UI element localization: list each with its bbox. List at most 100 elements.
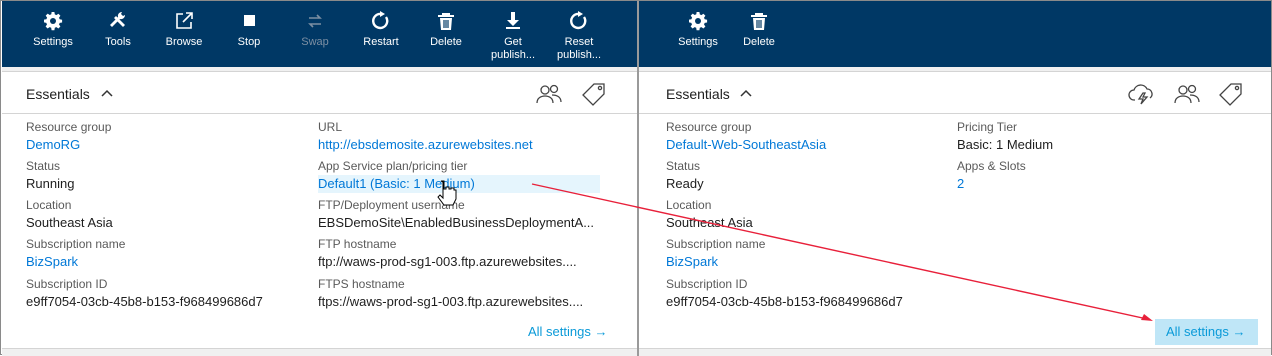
- location-label: Location: [26, 198, 72, 212]
- subscription-name-label: Subscription name: [666, 237, 766, 251]
- restart-label: Restart: [363, 36, 399, 48]
- apps-slots-link[interactable]: 2: [957, 175, 1207, 193]
- reset-publish-line2: publish...: [556, 49, 602, 61]
- settings-button[interactable]: Settings: [24, 1, 82, 67]
- ftp-username-value: EBSDemoSite\EnabledBusinessDeploymentA..…: [318, 215, 595, 230]
- delete-label: Delete: [743, 36, 775, 48]
- delete-label: Delete: [430, 36, 462, 48]
- trash-icon: [438, 13, 454, 30]
- subscription-name-link[interactable]: BizSpark: [666, 253, 936, 271]
- command-bar: Settings Tools Browse Stop Swap Restart: [2, 1, 637, 67]
- essentials-header[interactable]: Essentials: [639, 72, 1271, 114]
- reset-publish-profile-button[interactable]: Reset publish...: [550, 1, 608, 67]
- status-label: Status: [666, 159, 701, 173]
- resource-group-label: Resource group: [666, 120, 752, 134]
- users-icon[interactable]: [535, 82, 563, 106]
- swap-button[interactable]: Swap: [290, 1, 340, 67]
- subscription-name-field: Subscription name BizSpark: [26, 237, 296, 271]
- apps-slots-label: Apps & Slots: [957, 159, 1026, 173]
- url-link[interactable]: http://ebsdemosite.azurewebsites.net: [318, 136, 600, 154]
- pricing-tier-label: Pricing Tier: [957, 120, 1018, 134]
- location-field: Location Southeast Asia: [666, 198, 936, 232]
- app-service-plan-field: App Service plan/pricing tier Default1 (…: [318, 159, 600, 193]
- subscription-id-value: e9ff7054-03cb-45b8-b153-f968499686d7: [26, 294, 263, 309]
- settings-button[interactable]: Settings: [669, 1, 727, 67]
- chevron-up-icon[interactable]: [740, 89, 752, 97]
- download-icon: [506, 12, 520, 29]
- essentials-title: Essentials: [26, 86, 90, 102]
- url-label: URL: [318, 120, 343, 134]
- ftps-hostname-field: FTPS hostname ftps://waws-prod-sg1-003.f…: [318, 277, 600, 311]
- location-label: Location: [666, 198, 712, 212]
- apps-slots-field: Apps & Slots 2: [957, 159, 1207, 193]
- web-app-blade: Settings Tools Browse Stop Swap Restart: [2, 1, 637, 356]
- location-value: Southeast Asia: [26, 215, 113, 230]
- ftps-hostname-label: FTPS hostname: [318, 277, 405, 291]
- command-bar: Settings Delete: [639, 1, 1271, 67]
- ftp-username-label: FTP/Deployment username: [318, 198, 465, 212]
- delete-button[interactable]: Delete: [733, 1, 785, 67]
- ftp-username-field: FTP/Deployment username EBSDemoSite\Enab…: [318, 198, 600, 232]
- restart-icon: [372, 11, 389, 30]
- browse-button[interactable]: Browse: [156, 1, 212, 67]
- swap-icon: [308, 14, 322, 28]
- get-publish-line1: Get: [504, 36, 522, 48]
- reset-icon: [570, 11, 587, 30]
- location-field: Location Southeast Asia: [26, 198, 296, 232]
- get-publish-line2: publish...: [490, 49, 536, 61]
- swap-label: Swap: [301, 36, 329, 48]
- settings-label: Settings: [678, 36, 718, 48]
- restart-button[interactable]: Restart: [353, 1, 409, 67]
- status-label: Status: [26, 159, 61, 173]
- pricing-tier-field: Pricing Tier Basic: 1 Medium: [957, 120, 1207, 154]
- gear-icon: [44, 12, 63, 31]
- users-icon[interactable]: [1173, 82, 1201, 106]
- all-settings-link[interactable]: All settings →: [528, 323, 607, 341]
- ftp-hostname-field: FTP hostname ftp://waws-prod-sg1-003.ftp…: [318, 237, 600, 271]
- ftp-hostname-label: FTP hostname: [318, 237, 397, 251]
- resource-group-label: Resource group: [26, 120, 112, 134]
- subscription-id-field: Subscription ID e9ff7054-03cb-45b8-b153-…: [666, 277, 956, 311]
- resource-group-field: Resource group Default-Web-SoutheastAsia: [666, 120, 936, 154]
- tag-icon[interactable]: [1217, 82, 1245, 106]
- chevron-up-icon[interactable]: [101, 89, 113, 97]
- resource-group-link[interactable]: Default-Web-SoutheastAsia: [666, 136, 936, 154]
- all-settings-link[interactable]: All settings →: [1166, 323, 1245, 341]
- status-value: Ready: [666, 176, 704, 191]
- delete-button[interactable]: Delete: [420, 1, 472, 67]
- tag-icon[interactable]: [580, 82, 608, 106]
- subscription-id-field: Subscription ID e9ff7054-03cb-45b8-b153-…: [26, 277, 306, 311]
- settings-label: Settings: [33, 36, 73, 48]
- ftp-hostname-value: ftp://waws-prod-sg1-003.ftp.azurewebsite…: [318, 254, 577, 269]
- url-field: URL http://ebsdemosite.azurewebsites.net: [318, 120, 600, 154]
- app-service-plan-link[interactable]: Default1 (Basic: 1 Medium): [318, 175, 600, 193]
- gear-icon: [689, 12, 708, 31]
- cloud-lightning-icon[interactable]: [1128, 82, 1156, 106]
- subscription-id-value: e9ff7054-03cb-45b8-b153-f968499686d7: [666, 294, 903, 309]
- stop-icon: [244, 15, 255, 26]
- resource-group-link[interactable]: DemoRG: [26, 136, 296, 154]
- get-publish-profile-button[interactable]: Get publish...: [484, 1, 542, 67]
- tools-button[interactable]: Tools: [92, 1, 144, 67]
- essentials-title: Essentials: [666, 86, 730, 102]
- essentials-header[interactable]: Essentials: [2, 72, 637, 114]
- status-field: Status Ready: [666, 159, 936, 193]
- app-service-plan-label: App Service plan/pricing tier: [318, 159, 468, 173]
- stop-label: Stop: [237, 36, 261, 48]
- ftps-hostname-value: ftps://waws-prod-sg1-003.ftp.azurewebsit…: [318, 294, 584, 309]
- pricing-tier-value: Basic: 1 Medium: [957, 137, 1054, 152]
- external-link-icon: [176, 12, 193, 29]
- window-frame: Settings Tools Browse Stop Swap Restart: [0, 0, 1272, 356]
- subscription-name-link[interactable]: BizSpark: [26, 253, 296, 271]
- location-value: Southeast Asia: [666, 215, 753, 230]
- resource-group-field: Resource group DemoRG: [26, 120, 296, 154]
- subscription-id-label: Subscription ID: [26, 277, 108, 291]
- subscription-name-label: Subscription name: [26, 237, 126, 251]
- stop-button[interactable]: Stop: [224, 1, 274, 67]
- subscription-id-label: Subscription ID: [666, 277, 748, 291]
- browse-label: Browse: [165, 36, 203, 48]
- subscription-name-field: Subscription name BizSpark: [666, 237, 936, 271]
- reset-publish-line1: Reset: [564, 36, 594, 48]
- status-value: Running: [26, 176, 75, 191]
- tools-icon: [110, 11, 126, 27]
